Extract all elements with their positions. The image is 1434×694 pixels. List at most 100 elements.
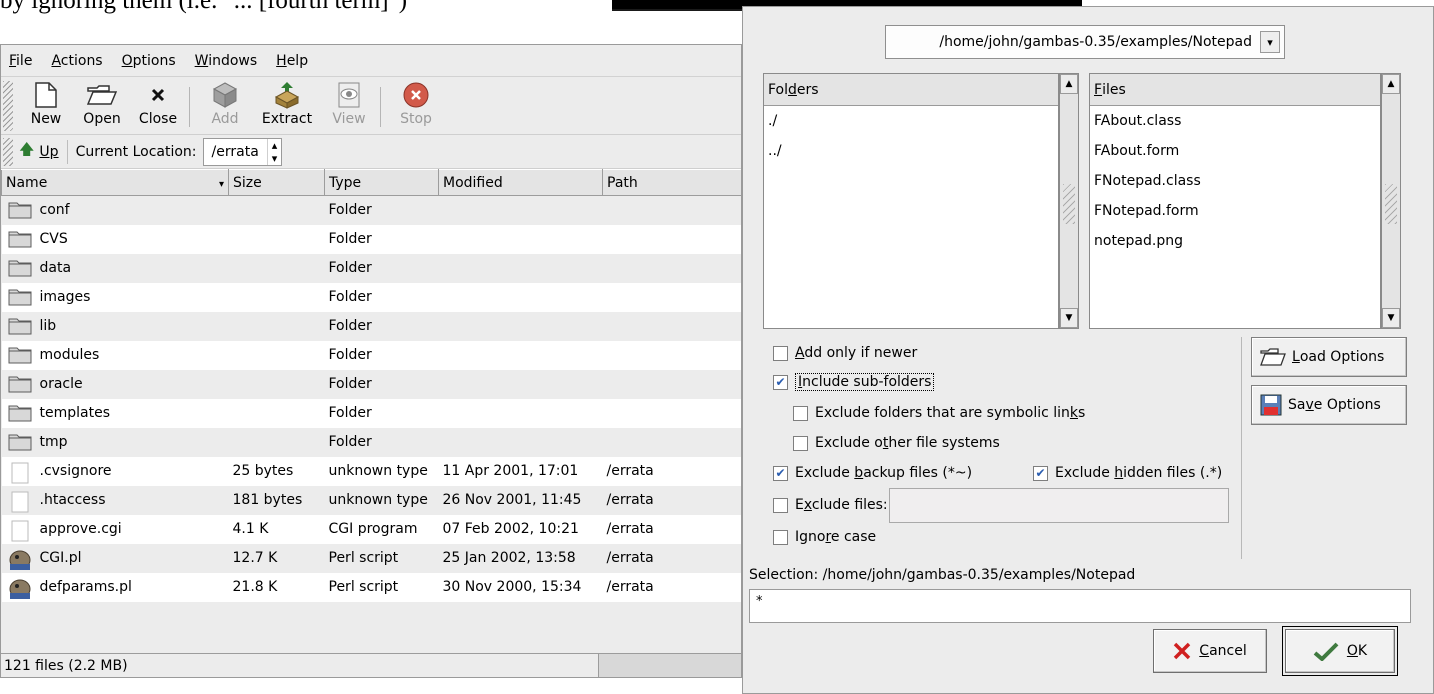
column-header-name[interactable]: Name ▾ bbox=[1, 169, 229, 196]
up-button[interactable]: 🡅 Up bbox=[17, 139, 68, 164]
folders-list[interactable]: Fol d ers ./ ../ bbox=[763, 73, 1059, 329]
up-arrow-icon: 🡅 bbox=[19, 140, 35, 158]
list-item[interactable]: ../ bbox=[764, 136, 1058, 166]
extract-package-icon bbox=[272, 81, 302, 109]
list-item[interactable]: notepad.png bbox=[1090, 226, 1380, 256]
cell-size bbox=[228, 224, 325, 254]
list-item[interactable]: FAbout.form bbox=[1090, 136, 1380, 166]
extract-button[interactable]: Extract bbox=[256, 81, 318, 127]
column-header-path[interactable]: Path bbox=[602, 169, 741, 196]
ignore-case-checkbox[interactable] bbox=[773, 529, 788, 545]
cell-path bbox=[602, 195, 741, 225]
exclude-symlinks-checkbox[interactable] bbox=[793, 405, 808, 421]
menu-options-mnemonic: O bbox=[121, 52, 133, 69]
cell-path: /errata bbox=[602, 514, 741, 544]
scrollbar-thumb[interactable] bbox=[1063, 184, 1075, 224]
table-row[interactable]: CVS Folder bbox=[1, 224, 741, 254]
stop-button[interactable]: Stop bbox=[391, 81, 441, 127]
cell-type: Folder bbox=[324, 398, 439, 428]
add-button[interactable]: Add bbox=[200, 81, 250, 127]
open-button[interactable]: Open bbox=[77, 81, 127, 127]
files-header[interactable]: Files bbox=[1090, 74, 1380, 106]
location-combo[interactable]: /errata ▴ ▾ bbox=[202, 137, 283, 166]
menu-options[interactable]: Options bbox=[122, 53, 176, 69]
file-name: tmp bbox=[39, 434, 68, 450]
add-only-if-newer-option[interactable]: Add only if newer bbox=[773, 345, 917, 361]
table-row[interactable]: oracle Folder bbox=[1, 369, 741, 399]
table-row[interactable]: modules Folder bbox=[1, 340, 741, 370]
path-combo[interactable]: /home/john/gambas-0.35/examples/Notepad … bbox=[885, 25, 1285, 59]
menu-windows[interactable]: Windows bbox=[195, 53, 258, 69]
cell-type: Folder bbox=[324, 340, 439, 370]
menu-help[interactable]: Help bbox=[276, 53, 308, 69]
folders-scrollbar[interactable]: ▲ ▼ bbox=[1059, 73, 1079, 329]
exclude-files-input[interactable] bbox=[889, 488, 1229, 523]
add-only-if-newer-checkbox[interactable] bbox=[773, 345, 788, 361]
include-subfolders-option[interactable]: ✔ Include sub-folders bbox=[773, 373, 935, 391]
table-row[interactable]: conf Folder bbox=[1, 195, 741, 225]
folder-icon bbox=[8, 375, 32, 393]
list-item[interactable]: FAbout.class bbox=[1090, 106, 1380, 136]
files-list[interactable]: Files FAbout.class FAbout.form FNotepad.… bbox=[1089, 73, 1381, 329]
table-row[interactable]: .htaccess 181 bytes unknown type 26 Nov 200… bbox=[1, 485, 741, 515]
exclude-hidden-checkbox[interactable]: ✔ bbox=[1033, 465, 1048, 481]
exclude-backup-checkbox[interactable]: ✔ bbox=[773, 465, 788, 481]
table-row[interactable]: lib Folder bbox=[1, 311, 741, 341]
exclude-backup-option[interactable]: ✔ Exclude backup files (*~) bbox=[773, 465, 972, 481]
opt-pre: Exclude folders that are symbolic lin bbox=[815, 405, 1070, 421]
scroll-down-icon[interactable]: ▼ bbox=[1060, 308, 1078, 328]
file-name: data bbox=[39, 260, 72, 276]
menu-actions[interactable]: Actions bbox=[51, 53, 102, 69]
scrollbar-thumb[interactable] bbox=[1385, 184, 1397, 224]
cell-size: 21.8 K bbox=[228, 572, 325, 602]
exclude-hidden-option[interactable]: ✔ Exclude hidden files (.*) bbox=[1033, 465, 1222, 481]
table-row[interactable]: tmp Folder bbox=[1, 427, 741, 457]
scroll-down-icon[interactable]: ▼ bbox=[1382, 308, 1400, 328]
close-button[interactable]: Close bbox=[133, 81, 183, 127]
scroll-up-icon[interactable]: ▲ bbox=[1060, 74, 1078, 94]
file-name: .cvsignore bbox=[39, 463, 112, 479]
new-button[interactable]: New bbox=[21, 81, 71, 127]
table-row[interactable]: CGI.pl 12.7 K Perl script 25 Jan 2002, 13:5… bbox=[1, 543, 741, 573]
table-row[interactable]: images Folder bbox=[1, 282, 741, 312]
toolbar-grip[interactable] bbox=[3, 81, 13, 131]
open-label: Open bbox=[83, 111, 121, 127]
table-row[interactable]: data Folder bbox=[1, 253, 741, 283]
view-button[interactable]: View bbox=[324, 81, 374, 127]
exclude-symlinks-option[interactable]: Exclude folders that are symbolic links bbox=[793, 405, 1085, 421]
opt-pre: Exclude bbox=[1055, 465, 1115, 481]
column-header-size[interactable]: Size bbox=[228, 169, 325, 196]
load-options-button[interactable]: Load Options bbox=[1251, 337, 1407, 377]
folder-icon bbox=[8, 230, 32, 248]
table-row[interactable]: approve.cgi 4.1 K CGI program 07 Feb 2002, … bbox=[1, 514, 741, 544]
list-item[interactable]: FNotepad.class bbox=[1090, 166, 1380, 196]
list-item[interactable]: ./ bbox=[764, 106, 1058, 136]
menu-file[interactable]: File bbox=[9, 53, 32, 69]
table-row[interactable]: defparams.pl 21.8 K Perl script 30 Nov 2000… bbox=[1, 572, 741, 602]
exclude-other-fs-option[interactable]: Exclude other file systems bbox=[793, 435, 1000, 451]
exclude-backup-label: Exclude backup files (*~) bbox=[795, 465, 972, 481]
menu-actions-rest: ctions bbox=[60, 52, 103, 69]
location-bar-grip[interactable] bbox=[3, 137, 13, 166]
cell-type: Folder bbox=[324, 311, 439, 341]
files-scrollbar[interactable]: ▲ ▼ bbox=[1381, 73, 1401, 329]
cancel-button[interactable]: Cancel bbox=[1153, 629, 1267, 673]
folders-header[interactable]: Fol d ers bbox=[764, 74, 1058, 106]
list-item[interactable]: FNotepad.form bbox=[1090, 196, 1380, 226]
scroll-up-icon[interactable]: ▲ bbox=[1382, 74, 1400, 94]
ok-button[interactable]: OK bbox=[1282, 626, 1398, 676]
column-header-type[interactable]: Type bbox=[324, 169, 439, 196]
selection-input[interactable]: * bbox=[749, 589, 1411, 623]
cell-size bbox=[228, 427, 325, 457]
exclude-files-checkbox[interactable] bbox=[773, 497, 788, 513]
cell-size bbox=[228, 195, 325, 225]
column-header-modified[interactable]: Modified bbox=[438, 169, 603, 196]
progress-area bbox=[599, 654, 741, 677]
include-subfolders-checkbox[interactable]: ✔ bbox=[773, 374, 788, 390]
ignore-case-option[interactable]: Ignore case bbox=[773, 529, 876, 545]
exclude-files-option[interactable]: Exclude files: bbox=[773, 497, 888, 513]
exclude-other-fs-checkbox[interactable] bbox=[793, 435, 808, 451]
table-row[interactable]: .cvsignore 25 bytes unknown type 11 Apr 200… bbox=[1, 456, 741, 486]
table-row[interactable]: templates Folder bbox=[1, 398, 741, 428]
save-options-button[interactable]: Sa v e Options bbox=[1251, 385, 1407, 425]
